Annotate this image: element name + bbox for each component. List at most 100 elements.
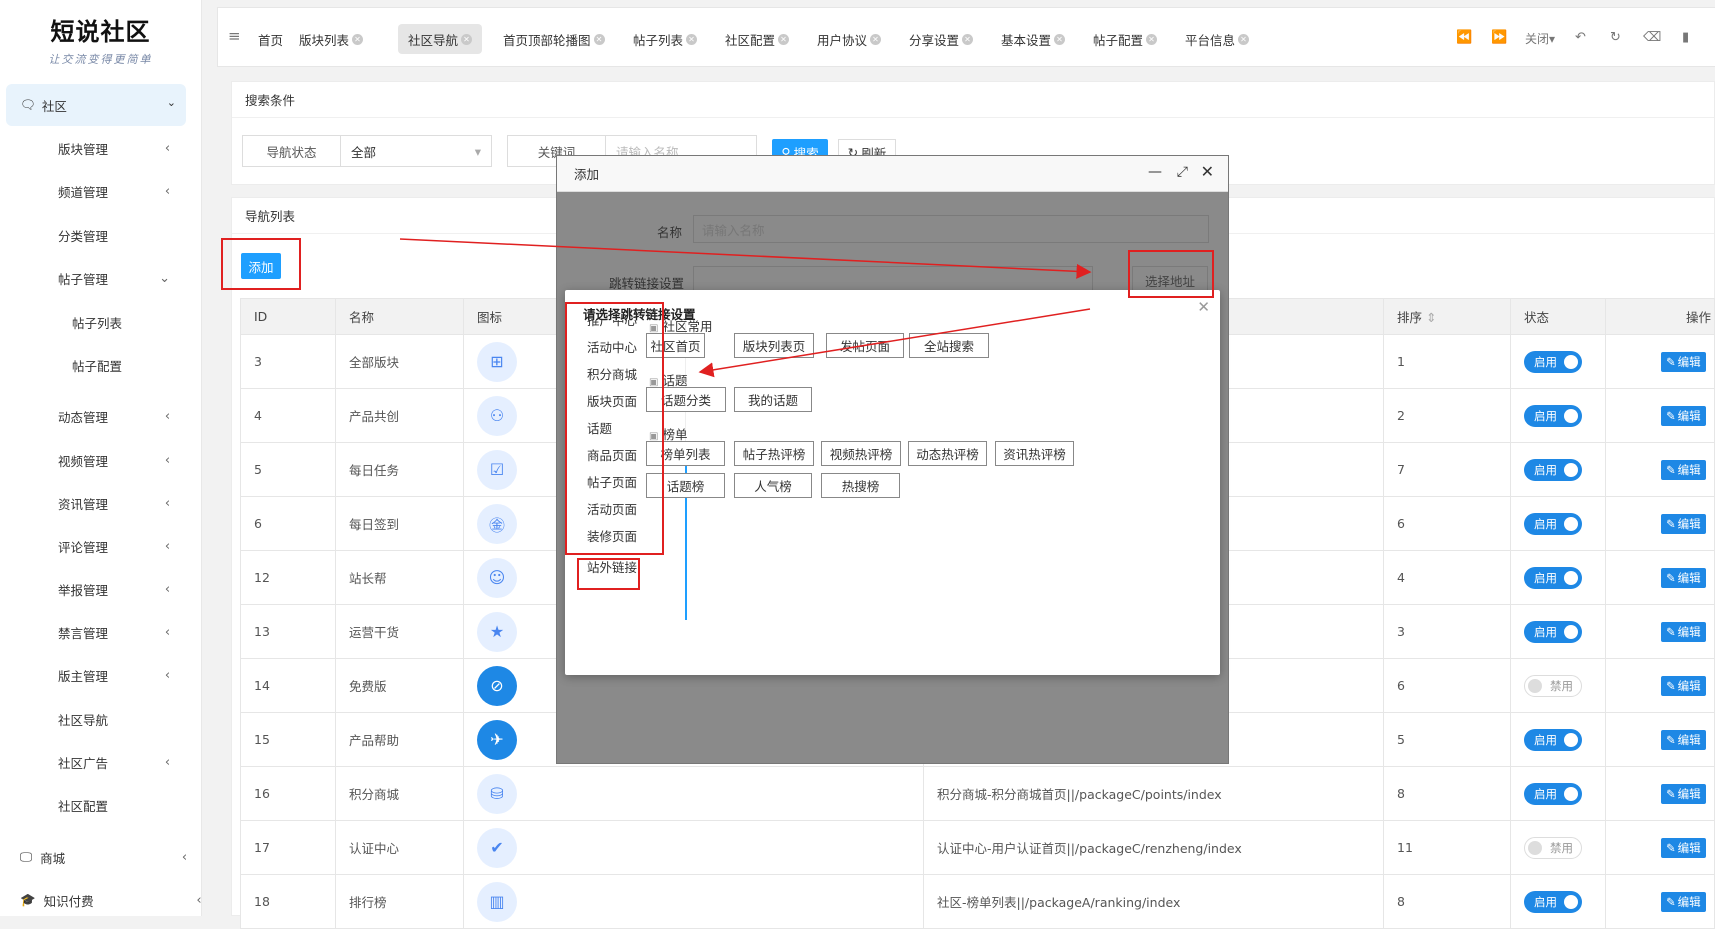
tab-community-config[interactable]: 社区配置 ✕ [715,24,799,54]
link-option[interactable]: 帖子热评榜 [734,441,814,466]
chevron-left-icon: ‹ [164,667,171,683]
clear-icon[interactable]: ⌫ [1643,30,1661,45]
close-icon[interactable]: ✕ [962,33,974,45]
sidebar-item-category[interactable]: 分类管理 [58,225,108,245]
sidebar-item-label: 社区配置 [58,798,109,814]
status-toggle[interactable]: 启用 [1524,512,1582,535]
link-option[interactable]: 全站搜索 [909,333,989,358]
status-toggle[interactable]: 启用 [1524,458,1582,481]
sidebar-item-posts[interactable]: 帖子管理 ⌄ [58,268,170,288]
tab-share-settings[interactable]: 分享设置 ✕ [899,24,983,54]
name-input[interactable]: 请输入名称 [693,215,1209,243]
sidebar-item-report[interactable]: 举报管理 ‹ [58,579,170,599]
close-menu[interactable]: 关闭▾ [1525,30,1555,47]
close-icon[interactable]: ✕ [686,33,698,45]
status-toggle[interactable]: 启用 [1524,782,1582,805]
close-icon[interactable]: ✕ [870,33,882,45]
edit-button[interactable]: ✎ 编辑 [1661,513,1706,534]
sidebar-item-community[interactable]: 🗨 社区 ⌄ [6,84,186,126]
link-option[interactable]: 资讯热评榜 [995,441,1074,466]
close-icon[interactable]: ✕ [593,33,605,45]
status-toggle[interactable]: 启用 [1524,728,1582,751]
status-toggle[interactable]: 启用 [1524,620,1582,643]
link-option[interactable]: 发帖页面 [826,333,904,358]
edit-button[interactable]: ✎ 编辑 [1661,783,1706,804]
status-toggle[interactable]: 启用 [1524,566,1582,589]
dialog-left-item[interactable]: 活动页面 [587,495,657,522]
close-icon[interactable]: ✕ [352,33,364,45]
tab-user-agreement[interactable]: 用户协议 ✕ [807,24,891,54]
scroll-left-icon[interactable]: ⏪ [1456,30,1472,45]
close-icon[interactable]: ✕ [1238,33,1250,45]
tab-platform-info[interactable]: 平台信息 ✕ [1175,24,1259,54]
menu-icon[interactable]: ≡ [228,27,241,45]
edit-button[interactable]: ✎ 编辑 [1661,405,1706,426]
sidebar-item-community-ad[interactable]: 社区广告 ‹ [58,752,170,772]
sidebar-item-dynamic[interactable]: 动态管理 ‹ [58,406,170,426]
sidebar-item-video[interactable]: 视频管理 ‹ [58,450,170,470]
tab-basic-settings[interactable]: 基本设置 ✕ [991,24,1075,54]
dialog-left-item[interactable]: 积分商城 [587,360,657,387]
link-option[interactable]: 我的话题 [734,387,812,412]
trash-icon[interactable]: ▮ [1682,30,1689,45]
link-option[interactable]: 动态热评榜 [908,441,987,466]
sidebar-item-board[interactable]: 版块管理 ‹ [58,138,170,158]
sidebar-item-moderator[interactable]: 版主管理 ‹ [58,665,170,685]
status-toggle[interactable]: 启用 [1524,890,1582,913]
dialog-left-item[interactable]: 装修页面 [587,522,657,549]
sidebar-item-community-config[interactable]: 社区配置 [58,795,108,815]
dialog-left-item[interactable]: 推广中心 [587,320,657,333]
tab-post-list[interactable]: 帖子列表 ✕ [623,24,707,54]
edit-button[interactable]: ✎ 编辑 [1661,621,1706,642]
dialog-left-item[interactable]: 话题 [587,414,657,441]
link-option[interactable]: 榜单列表 [646,441,725,466]
minimize-icon[interactable]: — [1148,164,1162,180]
tab-community-nav[interactable]: 社区导航 ✕ [398,24,483,54]
status-toggle[interactable]: 禁用 [1524,836,1582,859]
sidebar-item-knowledge[interactable]: 🎓 知识付费 ‹ [20,890,202,910]
tab-board-list[interactable]: 版块列表 ✕ [289,24,373,54]
dialog-left-item[interactable]: 站外链接 [587,553,657,580]
edit-button[interactable]: ✎ 编辑 [1661,459,1706,480]
sidebar-item-post-config[interactable]: 帖子配置 [72,355,122,375]
status-select[interactable]: 导航状态 全部 ▾ [242,135,492,167]
edit-button[interactable]: ✎ 编辑 [1661,675,1706,696]
close-icon[interactable]: ✕ [778,33,790,45]
add-button[interactable]: 添加 [241,253,281,279]
tab-carousel[interactable]: 首页顶部轮播图 ✕ [493,24,615,54]
link-option[interactable]: 视频热评榜 [821,441,901,466]
link-option[interactable]: 人气榜 [734,473,812,498]
status-toggle[interactable]: 启用 [1524,404,1582,427]
status-toggle[interactable]: 禁用 [1524,674,1582,697]
close-icon[interactable]: ✕ [461,33,473,45]
sidebar-item-channel[interactable]: 频道管理 ‹ [58,181,170,201]
maximize-icon[interactable]: ⤢ [1177,164,1188,180]
sidebar-item-post-list[interactable]: 帖子列表 [72,312,122,332]
link-option[interactable]: 话题榜 [646,473,725,498]
sidebar-item-comment[interactable]: 评论管理 ‹ [58,536,170,556]
close-icon[interactable]: ✕ [1054,33,1066,45]
status-toggle[interactable]: 启用 [1524,350,1582,373]
edit-button[interactable]: ✎ 编辑 [1661,837,1706,858]
link-option[interactable]: 话题分类 [646,387,726,412]
sidebar-item-mute[interactable]: 禁言管理 ‹ [58,622,170,642]
tab-home[interactable]: 首页 [248,24,293,54]
tab-post-config[interactable]: 帖子配置 ✕ [1083,24,1167,54]
edit-button[interactable]: ✎ 编辑 [1661,567,1706,588]
close-icon[interactable]: ✕ [1201,162,1214,181]
close-icon[interactable]: ✕ [1197,298,1210,316]
edit-button[interactable]: ✎ 编辑 [1661,891,1706,912]
col-sort[interactable]: 排序 ⇕ [1383,298,1511,335]
edit-button[interactable]: ✎ 编辑 [1661,351,1706,372]
sidebar-item-news[interactable]: 资讯管理 ‹ [58,493,170,513]
close-icon[interactable]: ✕ [1146,33,1158,45]
edit-button[interactable]: ✎ 编辑 [1661,729,1706,750]
sidebar-item-mall[interactable]: 🖵 商城 ‹ [20,847,187,867]
sidebar-item-community-nav[interactable]: 社区导航 [58,709,108,729]
refresh-icon[interactable]: ↻ [1610,30,1621,45]
back-icon[interactable]: ↶ [1575,30,1586,45]
link-option[interactable]: 社区首页 [646,333,705,358]
scroll-right-icon[interactable]: ⏩ [1491,30,1507,45]
link-option[interactable]: 版块列表页 [734,333,814,358]
link-option[interactable]: 热搜榜 [821,473,900,498]
